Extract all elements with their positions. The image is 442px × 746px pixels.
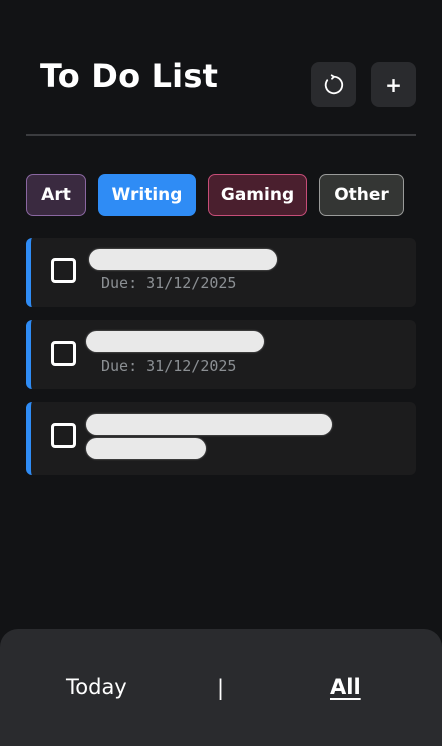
category-chip-writing[interactable]: Writing [98, 174, 196, 216]
task-due-date: Due: 31/12/2025 [101, 357, 237, 375]
redacted-text [86, 438, 206, 459]
redacted-text [89, 249, 277, 270]
refresh-icon [324, 73, 343, 94]
task-card[interactable]: Due: 31/12/2025 [26, 238, 416, 307]
page-title: To Do List [40, 57, 219, 95]
task-checkbox[interactable] [51, 258, 76, 283]
task-due-date: Due: 31/12/2025 [101, 274, 237, 292]
add-task-button[interactable]: + [371, 62, 416, 107]
header-divider [26, 134, 416, 136]
category-chip-other[interactable]: Other [319, 174, 404, 216]
task-checkbox[interactable] [51, 423, 76, 448]
category-filter-bar: Art Writing Gaming Other [26, 174, 404, 216]
redacted-text [86, 331, 264, 352]
category-chip-gaming[interactable]: Gaming [208, 174, 307, 216]
nav-all[interactable]: All [330, 675, 361, 699]
task-card[interactable] [26, 402, 416, 475]
category-chip-art[interactable]: Art [26, 174, 86, 216]
refresh-button[interactable] [311, 62, 356, 107]
task-card[interactable]: Due: 31/12/2025 [26, 320, 416, 389]
nav-separator: | [217, 676, 225, 700]
redacted-text [86, 414, 332, 435]
nav-today[interactable]: Today [66, 675, 127, 699]
plus-icon: + [385, 72, 402, 97]
task-list: Due: 31/12/2025 Due: 31/12/2025 [26, 238, 416, 488]
task-checkbox[interactable] [51, 341, 76, 366]
bottom-nav: Today | All [0, 629, 442, 746]
